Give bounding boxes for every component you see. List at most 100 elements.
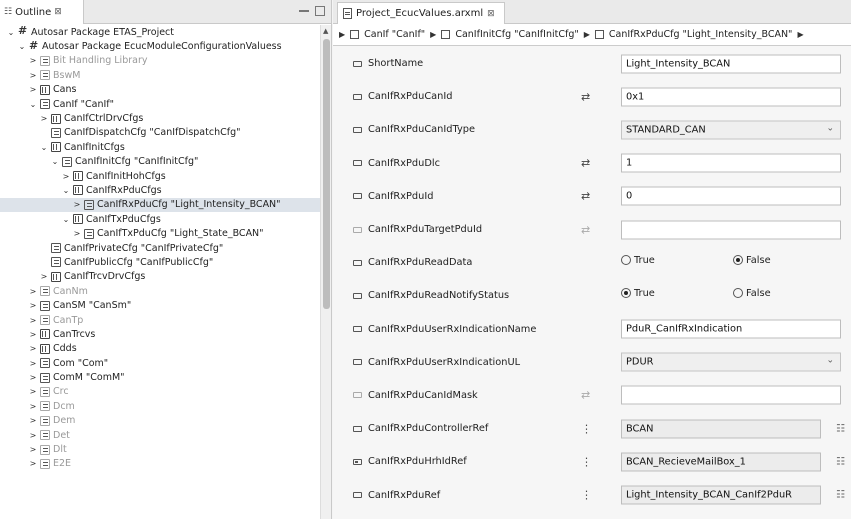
property-reference-field[interactable]: BCAN_RecieveMailBox_1 xyxy=(621,452,821,472)
radio-circle[interactable] xyxy=(621,288,631,299)
chevron-right-icon[interactable]: > xyxy=(28,431,38,440)
tree-item[interactable]: ⌄ Autosar Package ETAS_Project xyxy=(0,25,320,39)
chevron-down-icon[interactable]: ⌄ xyxy=(50,157,60,166)
chevron-right-icon[interactable]: > xyxy=(72,229,82,238)
tree-item[interactable]: > Dem xyxy=(0,414,320,428)
chevron-right-icon[interactable]: > xyxy=(28,402,38,411)
chevron-right-icon[interactable]: > xyxy=(28,445,38,454)
property-value-dropdown[interactable]: STANDARD_CAN ⌄ xyxy=(621,120,841,140)
radio-false[interactable]: False xyxy=(733,255,771,266)
tree-item[interactable]: > CanTrcvs xyxy=(0,327,320,341)
chevron-down-icon[interactable]: ⌄ xyxy=(6,28,16,37)
tree-item[interactable]: > CanNm xyxy=(0,284,320,298)
chevron-down-icon[interactable]: ⌄ xyxy=(28,100,38,109)
chevron-down-icon[interactable]: ⌄ xyxy=(17,42,27,51)
tree-item[interactable]: > Crc xyxy=(0,385,320,399)
tree-item[interactable]: ⌄ CanIfInitCfg "CanIfInitCfg" xyxy=(0,155,320,169)
chevron-right-icon[interactable]: > xyxy=(28,344,38,353)
tree-item[interactable]: > Bit Handling Library xyxy=(0,54,320,68)
maximize-button[interactable] xyxy=(315,6,325,16)
tree-item[interactable]: > Com "Com" xyxy=(0,356,320,370)
overwrite-icon[interactable]: ⇄ xyxy=(581,190,590,203)
chevron-right-icon[interactable]: > xyxy=(28,359,38,368)
chevron-right-icon[interactable]: > xyxy=(28,459,38,468)
property-reference-field[interactable]: Light_Intensity_BCAN_CanIf2PduR xyxy=(621,485,821,505)
tree-item[interactable]: > CanTp xyxy=(0,313,320,327)
chevron-right-icon[interactable]: > xyxy=(39,272,49,281)
overwrite-icon[interactable]: ⇄ xyxy=(581,157,590,170)
browse-reference-icon[interactable]: ☷ xyxy=(836,423,845,434)
tree-item[interactable]: > BswM xyxy=(0,68,320,82)
tree-item[interactable]: ⌄ CanIfInitCfgs xyxy=(0,140,320,154)
overwrite-icon[interactable]: ⇄ xyxy=(581,389,590,402)
overwrite-icon[interactable]: ⇄ xyxy=(581,223,590,236)
property-value-field[interactable] xyxy=(621,220,841,240)
chevron-down-icon[interactable]: ⌄ xyxy=(826,123,834,133)
radio-false[interactable]: False xyxy=(733,288,771,299)
tree-item[interactable]: > CanIfRxPduCfg "Light_Intensity_BCAN" xyxy=(0,197,320,213)
tree-item[interactable]: > CanIfTrcvDrvCfgs xyxy=(0,270,320,284)
tree-item[interactable]: ⌄ CanIf "CanIf" xyxy=(0,97,320,111)
tab-project-ecucvalues[interactable]: Project_EcucValues.arxml ⊠ xyxy=(337,2,505,24)
tree-item[interactable]: CanIfPrivateCfg "CanIfPrivateCfg" xyxy=(0,241,320,255)
chevron-right-icon[interactable]: ▶ xyxy=(797,30,803,39)
chevron-right-icon[interactable]: > xyxy=(28,85,38,94)
browse-reference-icon[interactable]: ☷ xyxy=(836,490,845,501)
property-value-field[interactable]: PduR_CanIfRxIndication xyxy=(621,319,841,339)
chevron-right-icon[interactable]: > xyxy=(28,56,38,65)
radio-circle[interactable] xyxy=(733,255,743,266)
chevron-right-icon[interactable]: > xyxy=(28,287,38,296)
chevron-right-icon[interactable]: > xyxy=(28,387,38,396)
tree-item[interactable]: > CanIfCtrlDrvCfgs xyxy=(0,111,320,125)
radio-true[interactable]: True xyxy=(621,255,655,266)
chevron-down-icon[interactable]: ⌄ xyxy=(826,356,834,366)
tree-item[interactable]: > Cdds xyxy=(0,342,320,356)
tree-item[interactable]: > Cans xyxy=(0,83,320,97)
chevron-down-icon[interactable]: ⌄ xyxy=(61,215,71,224)
outline-scrollbar[interactable]: ▲ xyxy=(320,25,331,519)
radio-true[interactable]: True xyxy=(621,288,655,299)
tree-item[interactable]: > Dcm xyxy=(0,399,320,413)
tree-item[interactable]: > ComM "ComM" xyxy=(0,370,320,384)
tree-item[interactable]: > CanIfTxPduCfg "Light_State_BCAN" xyxy=(0,226,320,240)
overwrite-icon[interactable]: ⇄ xyxy=(581,90,590,103)
radio-circle[interactable] xyxy=(621,255,631,266)
property-value-field[interactable]: 0 xyxy=(621,186,841,206)
chevron-right-icon[interactable]: > xyxy=(72,200,82,209)
scroll-up-icon[interactable]: ▲ xyxy=(323,27,328,35)
chevron-right-icon[interactable]: ▶ xyxy=(584,30,590,39)
minimize-button[interactable] xyxy=(299,6,309,12)
tree-item[interactable]: > E2E xyxy=(0,457,320,471)
scroll-thumb[interactable] xyxy=(323,39,330,309)
property-value-field[interactable] xyxy=(621,385,841,405)
tree-item[interactable]: > CanIfInitHohCfgs xyxy=(0,169,320,183)
tree-item[interactable]: ⌄ Autosar Package EcucModuleConfiguration… xyxy=(0,39,320,53)
tree-item[interactable]: > Det xyxy=(0,428,320,442)
tree-item[interactable]: ⌄ CanIfTxPduCfgs xyxy=(0,212,320,226)
tree-item[interactable]: > CanSM "CanSm" xyxy=(0,298,320,312)
radio-circle[interactable] xyxy=(733,288,743,299)
chevron-right-icon[interactable]: ▶ xyxy=(339,30,345,39)
chevron-right-icon[interactable]: > xyxy=(39,114,49,123)
property-value-field[interactable]: 1 xyxy=(621,153,841,173)
chevron-right-icon[interactable]: > xyxy=(28,416,38,425)
property-value-dropdown[interactable]: PDUR ⌄ xyxy=(621,352,841,372)
property-value-field[interactable]: Light_Intensity_BCAN xyxy=(621,54,841,74)
chevron-right-icon[interactable]: > xyxy=(61,172,71,181)
property-value-field[interactable]: 0x1 xyxy=(621,87,841,107)
chevron-right-icon[interactable]: > xyxy=(28,316,38,325)
breadcrumb-item[interactable]: CanIfInitCfg "CanIfInitCfg" xyxy=(455,29,578,40)
reference-icon[interactable]: ⋮ xyxy=(581,489,592,502)
chevron-right-icon[interactable]: > xyxy=(28,301,38,310)
chevron-right-icon[interactable]: > xyxy=(28,71,38,80)
close-icon[interactable]: ⊠ xyxy=(54,7,62,17)
chevron-right-icon[interactable]: > xyxy=(28,373,38,382)
browse-reference-icon[interactable]: ☷ xyxy=(836,456,845,467)
close-icon[interactable]: ⊠ xyxy=(487,9,495,19)
tree-item[interactable]: > Dlt xyxy=(0,442,320,456)
tree-item[interactable]: CanIfPublicCfg "CanIfPublicCfg" xyxy=(0,255,320,269)
property-reference-field[interactable]: BCAN xyxy=(621,419,821,439)
chevron-down-icon[interactable]: ⌄ xyxy=(61,186,71,195)
breadcrumb-item[interactable]: CanIfRxPduCfg "Light_Intensity_BCAN" xyxy=(609,29,793,40)
tree-item[interactable]: CanIfDispatchCfg "CanIfDispatchCfg" xyxy=(0,126,320,140)
